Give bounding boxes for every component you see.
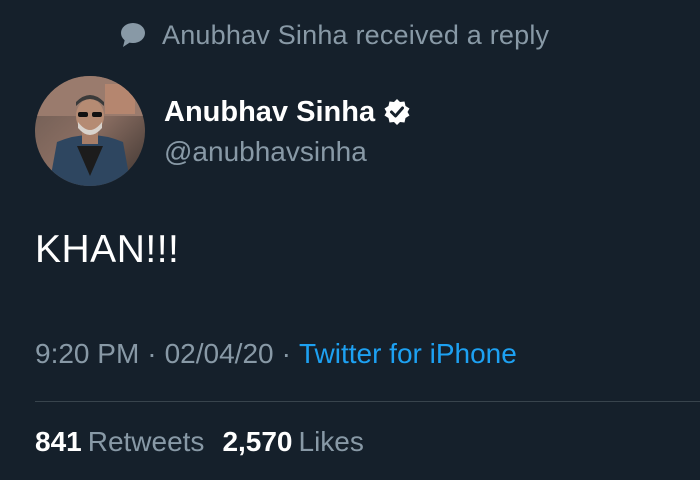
retweets-label: Retweets <box>87 426 205 457</box>
likes-count: 2,570 <box>222 426 293 457</box>
verified-badge-icon <box>384 99 410 125</box>
tweet-meta: 9:20 PM · 02/04/20 · Twitter for iPhone <box>35 338 517 370</box>
tweet-text: KHAN!!! <box>35 228 180 271</box>
tweet-time[interactable]: 9:20 PM <box>35 338 139 369</box>
avatar-image <box>35 76 145 186</box>
tweet-date[interactable]: 02/04/20 <box>165 338 274 369</box>
retweets-count: 841 <box>35 426 82 457</box>
author-block[interactable]: Anubhav Sinha @anubhavsinha <box>164 92 411 168</box>
meta-separator: · <box>281 338 291 369</box>
author-name[interactable]: Anubhav Sinha <box>164 96 375 129</box>
divider <box>35 401 700 402</box>
tweet-source-link[interactable]: Twitter for iPhone <box>299 338 517 369</box>
social-context-text: Anubhav Sinha received a reply <box>162 19 550 50</box>
likes-stat[interactable]: 2,570 Likes <box>222 426 363 457</box>
author-handle[interactable]: @anubhavsinha <box>164 136 411 168</box>
speech-bubble-icon <box>121 23 145 47</box>
social-context: Anubhav Sinha received a reply <box>118 18 549 52</box>
retweets-stat[interactable]: 841 Retweets <box>35 426 204 457</box>
author-name-row: Anubhav Sinha <box>164 92 411 132</box>
likes-label: Likes <box>298 426 364 457</box>
tweet-stats: 841 Retweets 2,570 Likes <box>35 426 364 458</box>
avatar[interactable] <box>35 76 145 186</box>
meta-separator: · <box>147 338 157 369</box>
